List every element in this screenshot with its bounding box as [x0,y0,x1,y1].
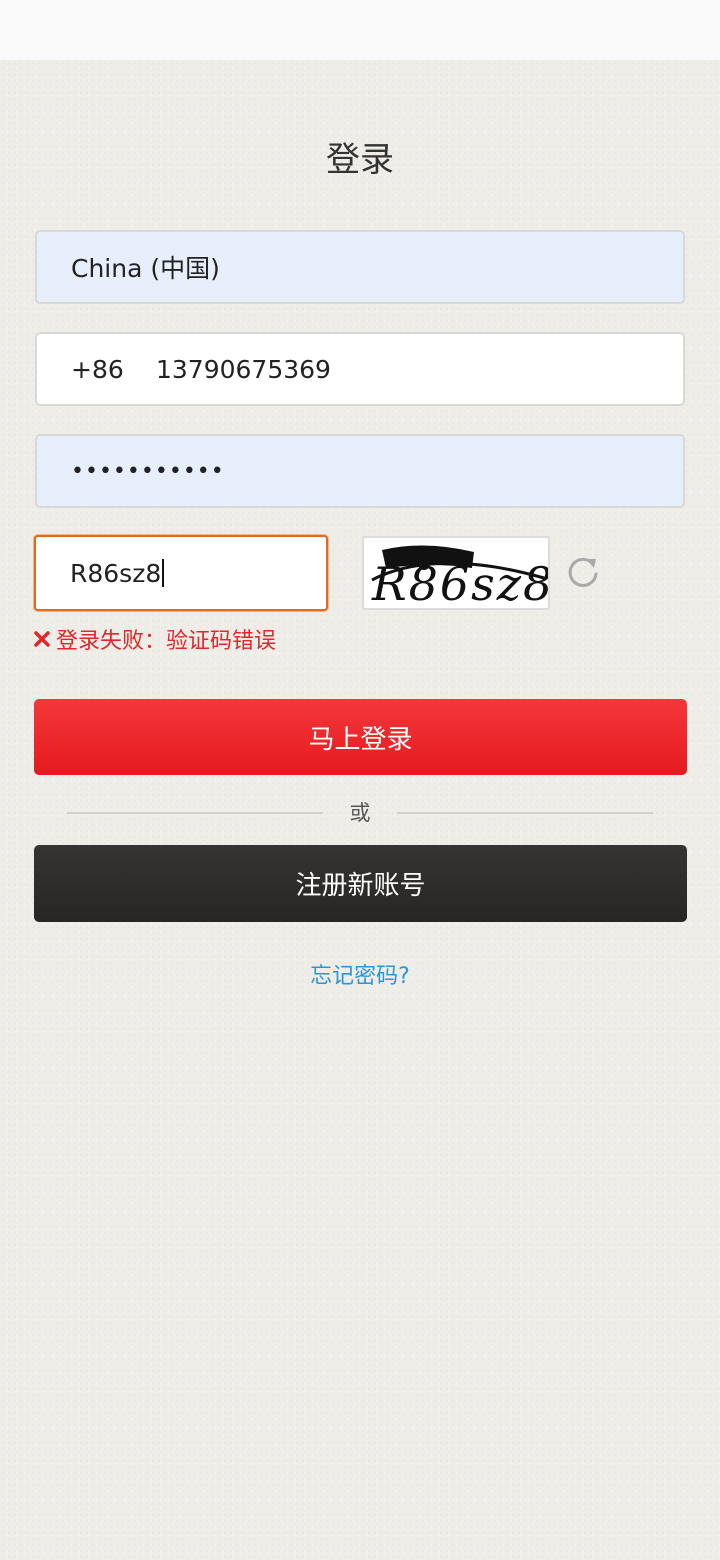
dial-code[interactable]: +86 [71,355,156,384]
status-bar [0,0,720,60]
divider-text: 或 [349,801,371,825]
phone-field[interactable]: +86 13790675369 [35,332,685,406]
captcha-input[interactable]: R86sz8 [34,535,328,611]
error-x-icon [34,631,50,647]
captcha-graphic: R86sz8 [371,545,548,608]
captcha-input-value: R86sz8 [70,558,162,588]
text-caret [162,559,165,587]
register-button[interactable]: 注册新账号 [34,845,687,922]
refresh-icon[interactable] [565,550,601,590]
page-title: 登录 [326,140,394,180]
password-value: ••••••••••• [71,458,225,484]
divider-line-right [397,812,653,814]
country-selector[interactable]: China (中国) [35,230,685,304]
login-page: 登录 China (中国) +86 13790675369 ••••••••••… [0,60,720,1560]
phone-value: 13790675369 [156,354,331,384]
forgot-password-link[interactable]: 忘记密码? [0,958,720,990]
captcha-image-text: R86sz8 [371,557,548,608]
captcha-image[interactable]: R86sz8 [362,536,550,610]
login-button[interactable]: 马上登录 [34,699,687,775]
divider-line-left [67,812,323,814]
error-message: 登录失败：验证码错误 [56,629,277,654]
error-message-row: 登录失败：验证码错误 [34,622,276,656]
password-field[interactable]: ••••••••••• [35,434,685,508]
country-value: China (中国) [71,254,220,283]
